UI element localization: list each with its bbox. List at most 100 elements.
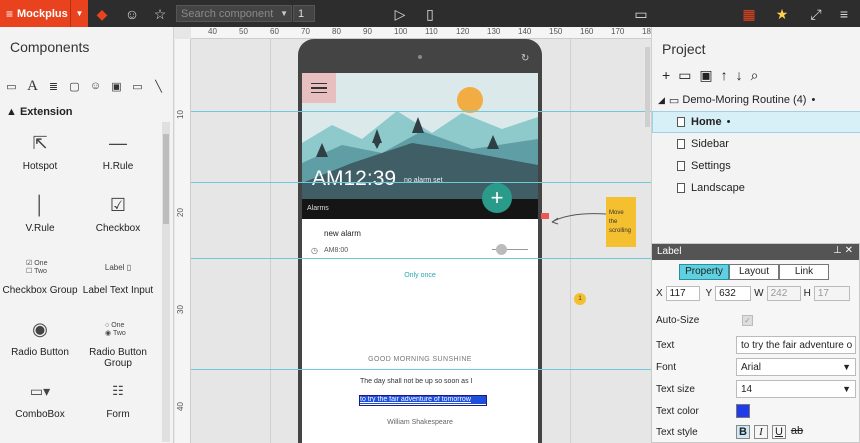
rotate-icon[interactable]: ↻ — [521, 53, 529, 64]
component-label: Checkbox Group — [2, 285, 78, 296]
guide-line[interactable] — [191, 258, 651, 259]
page-label: Settings — [691, 160, 731, 172]
ruler-tick: 60 — [270, 27, 279, 36]
component-label: Form — [106, 409, 130, 420]
input-component-icon[interactable]: ▭ — [128, 77, 147, 95]
hamburger-menu-icon[interactable] — [302, 73, 336, 103]
tree-root[interactable]: ◢ ▭ Demo-Moring Routine (4) • — [652, 89, 860, 111]
component-checkbox[interactable]: ☑ Checkbox — [78, 187, 158, 235]
chevron-down-icon[interactable]: ▼ — [842, 361, 851, 374]
grid-line — [570, 39, 571, 443]
scrollbar-thumb[interactable] — [163, 134, 169, 224]
component-checkbox-group[interactable]: ☑ One ☐ Two Checkbox Group — [0, 249, 80, 296]
bold-icon[interactable]: B — [736, 425, 750, 439]
ruler-tick: 90 — [363, 27, 372, 36]
star-icon[interactable]: ☆ — [150, 4, 170, 24]
autosize-checkbox[interactable]: ✓ — [742, 314, 753, 326]
mobile-device-icon[interactable]: ▯ — [420, 4, 440, 24]
component-combobox[interactable]: ▭▾ ComboBox — [0, 373, 80, 421]
annotation-anchor[interactable] — [541, 213, 549, 219]
component-radio-group[interactable]: ○ One ◉ Two Radio Button Group — [78, 311, 158, 370]
arrow-up-icon[interactable]: ↑ — [721, 67, 728, 84]
app-menu-button[interactable]: ≡ Mockplus ▼ — [0, 0, 88, 27]
chevron-down-icon[interactable]: ◢ — [658, 95, 665, 106]
component-label-text-input[interactable]: Label ▯ Label Text Input — [78, 249, 158, 297]
save-icon[interactable]: ▣ — [699, 67, 712, 84]
selection-box[interactable] — [359, 395, 487, 406]
text-input[interactable]: to try the fair adventure o — [736, 336, 856, 354]
guide-line[interactable] — [191, 182, 651, 183]
component-form[interactable]: ☷ Form — [78, 373, 158, 420]
ruler-tick: 40 — [208, 27, 217, 36]
text-component-icon[interactable]: A — [23, 77, 42, 95]
tab-property[interactable]: Property — [679, 264, 729, 280]
page-item-sidebar[interactable]: Sidebar — [652, 133, 860, 155]
font-select[interactable]: Arial ▼ — [736, 358, 856, 376]
add-icon[interactable]: + — [662, 67, 670, 84]
annotation-badge[interactable]: 1 — [574, 293, 586, 305]
design-canvas[interactable]: 40 50 60 70 80 90 100 110 120 130 140 15… — [175, 27, 651, 443]
dropdown-arrow-icon[interactable]: ▼ — [280, 7, 288, 21]
sticky-note[interactable]: Move the scrolling — [606, 197, 636, 247]
box-component-icon[interactable]: ▢ — [65, 77, 84, 95]
page-number-input[interactable]: 1 — [293, 5, 315, 22]
button-component-icon[interactable]: ▭ — [2, 77, 21, 95]
underline-icon[interactable]: U — [772, 425, 786, 439]
component-hrule[interactable]: — H.Rule — [78, 125, 158, 173]
fullscreen-icon[interactable]: ⤢ — [806, 4, 826, 24]
position-size-row: X 117 Y 632 W 242 H 17 — [656, 286, 850, 301]
emoji-component-icon[interactable]: ☺ — [86, 77, 105, 95]
clock-icon: ◷ — [311, 246, 318, 255]
image-star-icon[interactable]: ★ — [772, 4, 792, 24]
guide-line[interactable] — [191, 369, 651, 370]
quote-line-1[interactable]: The day shall not be up so soon as I — [360, 378, 486, 385]
ruler-horizontal: 40 50 60 70 80 90 100 110 120 130 140 15… — [191, 27, 651, 39]
search-placeholder: Search component — [181, 8, 274, 20]
ruler-tick: 40 — [176, 402, 185, 411]
component-radio-button[interactable]: ◉ Radio Button — [0, 311, 80, 359]
play-icon[interactable]: ▷ — [390, 4, 410, 24]
cube-icon[interactable]: ◆ — [92, 4, 112, 24]
component-vrule[interactable]: │ V.Rule — [0, 187, 80, 235]
search-icon[interactable]: ⌕ — [751, 67, 759, 84]
smiley-icon[interactable]: ☺ — [122, 4, 142, 24]
color-swatch[interactable] — [736, 404, 750, 418]
more-icon[interactable]: ≡ — [834, 4, 854, 24]
component-hotspot[interactable]: ⇱ Hotspot — [0, 125, 80, 173]
tab-link[interactable]: Link — [779, 264, 829, 280]
repeat-label[interactable]: Only once — [302, 272, 538, 279]
strikethrough-icon[interactable]: ab — [790, 425, 804, 439]
canvas-scrollbar[interactable] — [645, 47, 650, 127]
ruler-tick: 30 — [176, 305, 185, 314]
slider-knob[interactable] — [496, 244, 507, 255]
add-alarm-button[interactable]: + — [482, 183, 512, 213]
ruler-tick: 170 — [611, 27, 625, 36]
line-component-icon[interactable]: ╲ — [149, 77, 168, 95]
alarm-toggle-slider[interactable] — [492, 244, 528, 255]
folder-icon[interactable]: ▭ — [678, 67, 691, 84]
scrollbar[interactable] — [162, 122, 170, 442]
image-component-icon[interactable]: ▣ — [107, 77, 126, 95]
search-input[interactable]: Search component ▼ — [176, 5, 292, 22]
page-item-settings[interactable]: Settings — [652, 155, 860, 177]
x-input[interactable]: 117 — [665, 286, 700, 301]
ruler-tick: 130 — [487, 27, 501, 36]
page-item-home[interactable]: Home • — [652, 111, 860, 133]
italic-icon[interactable]: I — [754, 425, 768, 439]
y-input[interactable]: 632 — [715, 286, 752, 301]
chevron-down-icon[interactable]: ▼ — [842, 383, 851, 396]
autosize-row: Auto-Size ✓ — [656, 310, 856, 330]
label-word: Label — [104, 262, 125, 272]
page-item-landscape[interactable]: Landscape — [652, 177, 860, 199]
quote-author: William Shakespeare — [387, 419, 453, 426]
tab-layout[interactable]: Layout — [729, 264, 779, 280]
chevron-down-icon[interactable]: ▼ — [70, 0, 88, 27]
screen-icon[interactable]: ▭ — [631, 4, 651, 24]
arrow-down-icon[interactable]: ↓ — [736, 67, 743, 84]
section-extension[interactable]: ▲ Extension — [6, 106, 73, 118]
size-select[interactable]: 14 ▼ — [736, 380, 856, 398]
paragraph-component-icon[interactable]: ≣ — [44, 77, 63, 95]
grid-icon[interactable]: ▦ — [739, 4, 759, 24]
guide-line[interactable] — [191, 111, 651, 112]
pin-close-icon[interactable]: ⊥ ✕ — [833, 245, 853, 256]
